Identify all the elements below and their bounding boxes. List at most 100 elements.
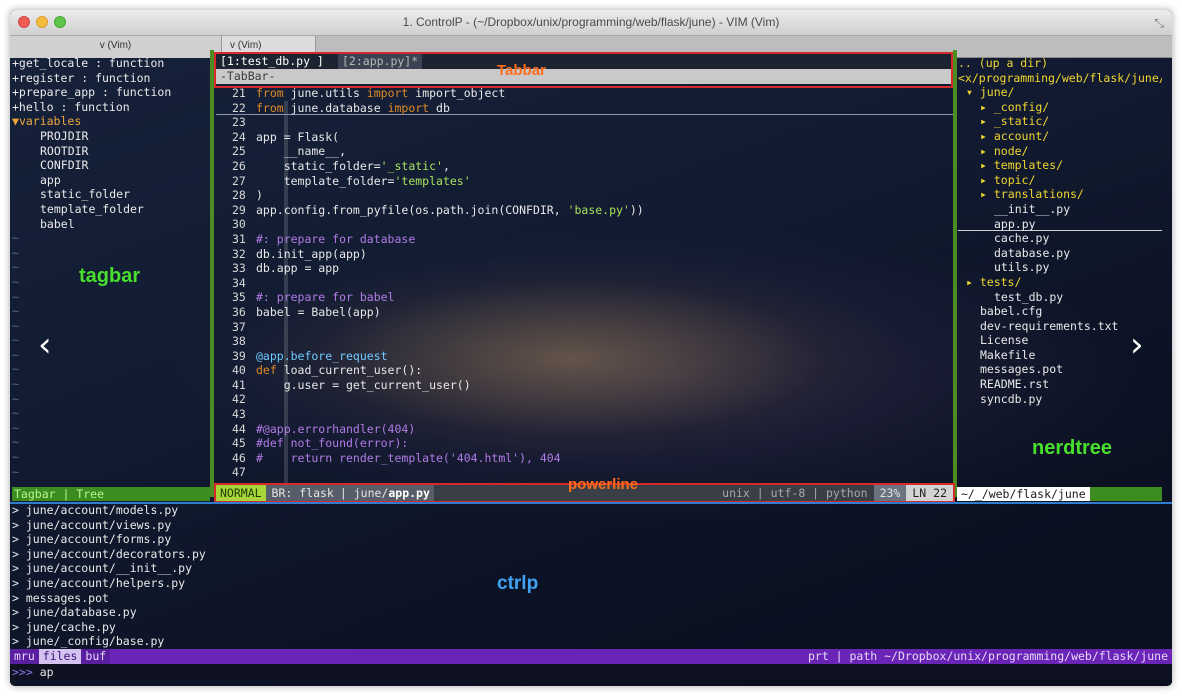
left-split-separator[interactable] [210,50,214,497]
line-number: 46 [232,450,246,465]
nerdtree-directory[interactable]: ▸ topic/ [958,173,1162,188]
ctrlp-result-item[interactable]: > june/account/forms.py [12,532,1162,547]
tagbar-section-label: variables [18,114,82,129]
code-line[interactable]: 21 from june.utils import import_object [216,86,953,101]
code-line[interactable]: 39 @app.before_request [216,349,953,364]
nerdtree-file[interactable]: README.rst [958,377,1162,392]
fullscreen-icon[interactable]: ⤡ [1154,16,1164,31]
nerdtree-file[interactable]: test_db.py [958,290,1162,305]
nerdtree-directory[interactable]: ▸ translations/ [958,187,1162,202]
code-line[interactable]: 25 __name__, [216,144,953,159]
chevron-left-icon[interactable]: ‹ [38,325,52,365]
tagbar-variable[interactable]: PROJDIR [12,129,210,144]
tagbar-function[interactable]: +hello : function [12,100,210,115]
nerdtree-pane[interactable]: .. (up a dir) <x/programming/web/flask/j… [958,56,1162,486]
code-line[interactable]: 31 #: prepare for database [216,232,953,247]
ctrlp-result-item[interactable]: > messages.pot [12,591,1162,606]
empty-line-tilde: ~ [12,289,19,304]
tagbar-function[interactable]: +prepare_app : function [12,85,210,100]
nerdtree-file[interactable]: __init__.py [958,202,1162,217]
line-number: 32 [232,246,246,261]
ctrlp-results[interactable]: > june/account/models.py > june/account/v… [12,503,1162,649]
code-line[interactable]: 46 # return render_template('404.html'), … [216,451,953,466]
nerdtree-directory[interactable]: ▸ _config/ [958,100,1162,115]
right-split-separator[interactable] [953,50,957,497]
ctrlp-result-item[interactable]: > june/account/__init__.py [12,561,1162,576]
tagbar-section-variables[interactable]: ▼variables [12,114,210,129]
code-line[interactable]: 23 [216,115,953,130]
line-number: 47 [232,465,246,480]
ctrlp-mode-mru[interactable]: mru [10,649,39,664]
terminal-tab-1[interactable]: v (Vim) [10,36,222,58]
line-number: 43 [232,407,246,422]
code-text: static_folder='_static', [256,158,450,173]
code-line[interactable]: 41 g.user = get_current_user() [216,378,953,393]
code-line[interactable]: 42 [216,392,953,407]
ctrlp-result-item[interactable]: > june/database.py [12,605,1162,620]
ctrlp-result-item[interactable]: > june/account/decorators.py [12,547,1162,562]
code-line[interactable]: 34 [216,276,953,291]
nerdtree-directory[interactable]: ▸ node/ [958,144,1162,159]
code-line[interactable]: 40 def load_current_user(): [216,363,953,378]
nerdtree-directory[interactable]: ▾ june/ [958,85,1162,100]
code-line[interactable]: 37 [216,320,953,335]
code-line[interactable]: 44 #@app.errorhandler(404) [216,422,953,437]
tagbar-function[interactable]: +register : function [12,71,210,86]
code-line[interactable]: 38 [216,334,953,349]
nerdtree-directory[interactable]: ▸ account/ [958,129,1162,144]
code-editor[interactable]: 21 from june.utils import import_object 22… [216,86,953,482]
ctrlp-mode-buf[interactable]: buf [81,649,111,664]
code-line[interactable]: 36 babel = Babel(app) [216,305,953,320]
ctrlp-prompt[interactable]: >>> ap [10,664,1172,680]
code-line[interactable]: 30 [216,217,953,232]
ctrlp-result-item[interactable]: > june/account/helpers.py [12,576,1162,591]
code-line[interactable]: 32 db.init_app(app) [216,247,953,262]
tagbar-statusline: Tagbar | Tree [12,487,210,501]
ctrlp-result-item[interactable]: > june/cache.py [12,620,1162,635]
line-number: 33 [232,261,246,276]
ctrlp-result-item[interactable]: > june/account/views.py [12,518,1162,533]
line-number: 42 [232,392,246,407]
tagbar-variable[interactable]: babel [12,217,210,232]
tagbar-variable[interactable]: template_folder [12,202,210,217]
code-line[interactable]: 26 static_folder='_static', [216,159,953,174]
code-line[interactable]: 29 app.config.from_pyfile(os.path.join(CO… [216,203,953,218]
code-text: app.config.from_pyfile(os.path.join(CONF… [256,202,644,217]
code-text: ) [256,188,263,203]
nerdtree-file[interactable]: syncdb.py [958,392,1162,407]
tagbar-variable[interactable]: static_folder [12,187,210,202]
nerdtree-directory[interactable]: ▸ _static/ [958,114,1162,129]
nerdtree-file[interactable]: database.py [958,246,1162,261]
nerdtree-file[interactable]: utils.py [958,260,1162,275]
ctrlp-result-item[interactable]: > june/account/models.py [12,503,1162,518]
code-line[interactable]: 22 from june.database import db [216,101,953,116]
title-bar: 1. ControlP - (~/Dropbox/unix/programmin… [10,10,1172,36]
code-line[interactable]: 45 #def not_found(error): [216,436,953,451]
nerdtree-root-path[interactable]: <x/programming/web/flask/june/ [958,71,1162,86]
prompt-input[interactable]: ap [33,665,54,679]
nerdtree-directory[interactable]: ▸ templates/ [958,158,1162,173]
nerdtree-file[interactable]: babel.cfg [958,304,1162,319]
tagbar-function[interactable]: +get_locale : function [12,56,210,71]
nerdtree-file[interactable]: app.py [958,217,1162,232]
ctrlp-mode-files[interactable]: files [38,649,82,664]
tagbar-variable[interactable]: ROOTDIR [12,144,210,159]
code-text: from june.utils import import_object [256,86,506,100]
code-text: __name__, [256,144,347,159]
code-text: app = Flask( [256,129,340,144]
code-line[interactable]: 27 template_folder='templates' [216,174,953,189]
line-number: 30 [232,217,246,232]
chevron-right-icon[interactable]: › [1130,325,1144,365]
code-line[interactable]: 33 db.app = app [216,261,953,276]
tagbar-variable[interactable]: app [12,173,210,188]
code-line[interactable]: 43 [216,407,953,422]
nerdtree-file[interactable]: cache.py [958,231,1162,246]
line-number: 29 [232,202,246,217]
nerdtree-up-dir[interactable]: .. (up a dir) [958,56,1162,71]
code-line[interactable]: 24 app = Flask( [216,130,953,145]
code-line[interactable]: 28) [216,188,953,203]
nerdtree-directory[interactable]: ▸ tests/ [958,275,1162,290]
code-line[interactable]: 35 #: prepare for babel [216,290,953,305]
ctrlp-result-item[interactable]: > june/_config/base.py [12,634,1162,649]
tagbar-variable[interactable]: CONFDIR [12,158,210,173]
